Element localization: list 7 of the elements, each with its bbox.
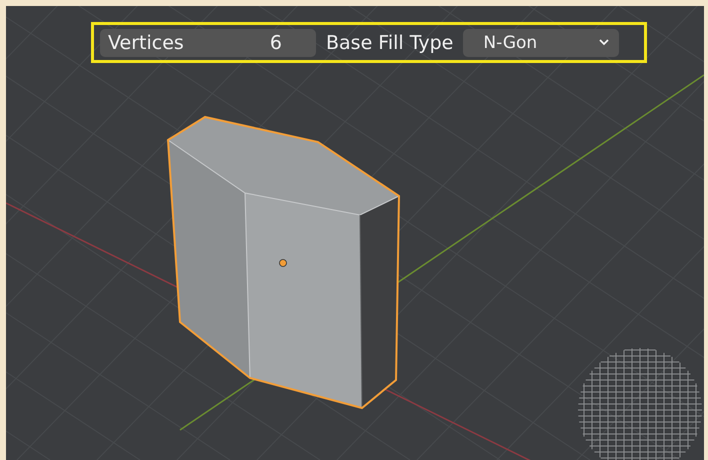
field-value: 6 — [268, 32, 283, 54]
field-label: Base Fill Type — [326, 32, 454, 54]
field-label: Vertices — [108, 32, 184, 54]
viewport[interactable]: Vertices 6 Base Fill Type N-Gon — [6, 6, 704, 460]
caret-icon — [599, 39, 610, 46]
vertices-field[interactable]: Vertices 6 — [100, 28, 316, 56]
fill-type-dropdown[interactable]: N-Gon — [463, 28, 620, 56]
